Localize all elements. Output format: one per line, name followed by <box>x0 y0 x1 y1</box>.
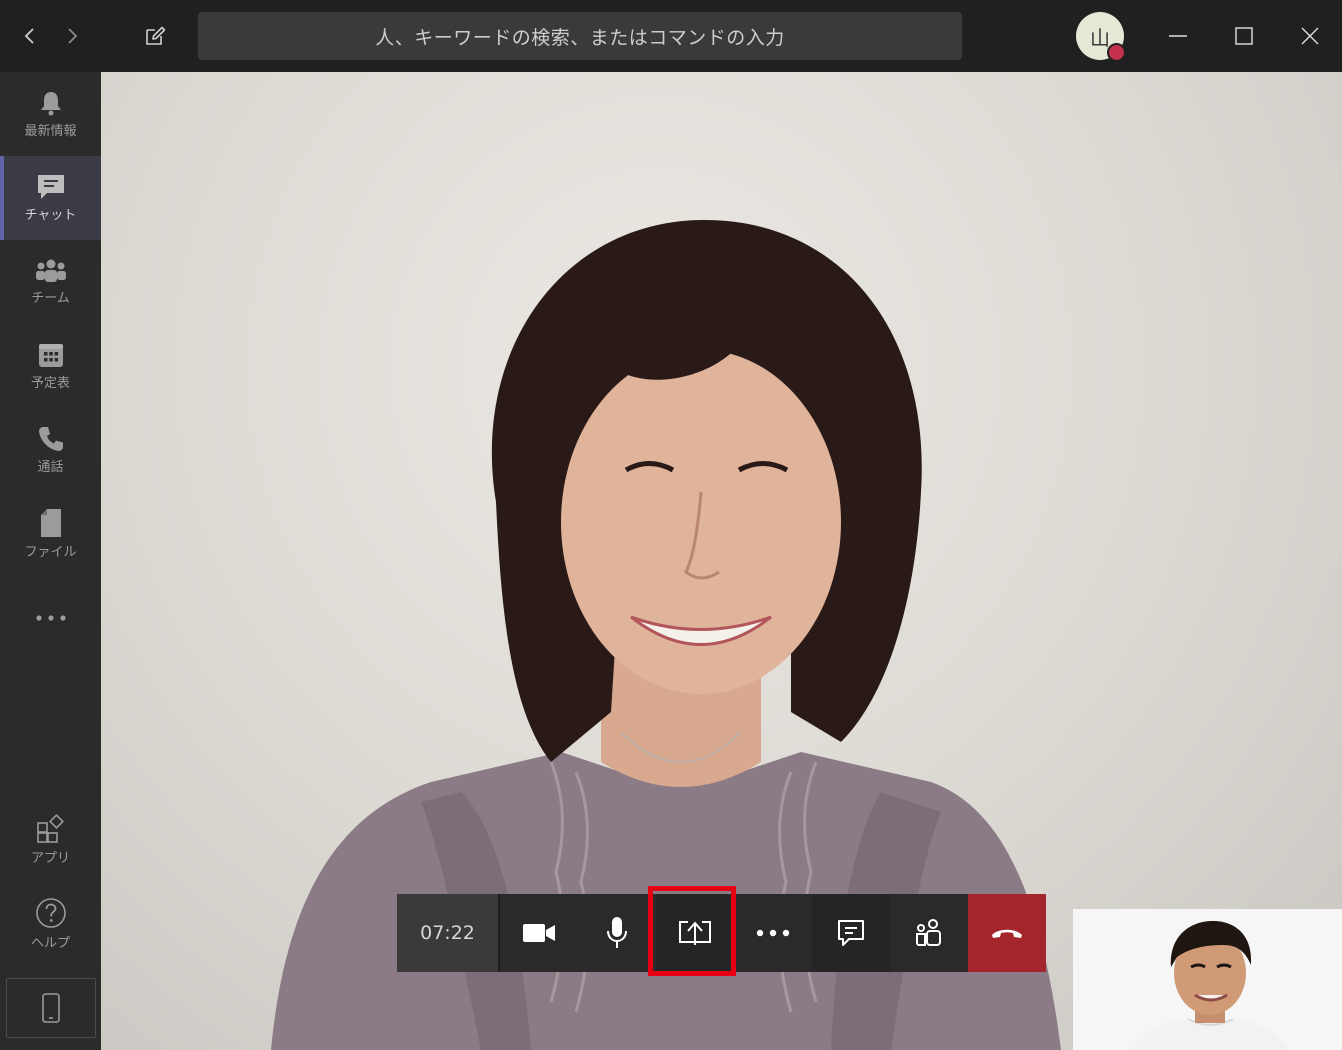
avatar-initial: 山 <box>1090 25 1110 50</box>
maximize-icon <box>1235 27 1253 45</box>
chat-icon <box>838 920 864 946</box>
more-icon <box>35 615 66 621</box>
rail-item-activity[interactable]: 最新情報 <box>0 72 101 156</box>
apps-icon <box>36 814 64 843</box>
rail-item-calendar[interactable]: 予定表 <box>0 324 101 408</box>
back-button[interactable] <box>12 18 48 54</box>
bell-icon <box>40 92 61 116</box>
minimize-icon <box>1169 35 1187 37</box>
chat-icon <box>37 175 64 199</box>
calendar-icon <box>38 344 63 367</box>
minimize-button[interactable] <box>1160 18 1196 54</box>
call-controls-bar: 07:22 <box>397 894 1046 972</box>
share-screen-icon <box>679 921 711 945</box>
rail-item-label: 通話 <box>37 460 64 475</box>
rail-item-calls[interactable]: 通話 <box>0 408 101 492</box>
rail-item-files[interactable]: ファイル <box>0 492 101 576</box>
microphone-toggle-button[interactable] <box>578 894 656 972</box>
hang-up-icon <box>992 929 1022 938</box>
rail-item-label: 予定表 <box>30 376 70 391</box>
rail-item-apps[interactable]: アプリ <box>0 798 101 882</box>
hang-up-button[interactable] <box>968 894 1046 972</box>
new-chat-button[interactable] <box>137 18 173 54</box>
close-icon <box>1301 27 1319 45</box>
more-actions-button[interactable] <box>734 894 812 972</box>
participant-video-man <box>1133 921 1288 1050</box>
rail-item-label: アプリ <box>30 851 70 866</box>
mobile-icon <box>42 993 60 1023</box>
call-duration-timer: 07:22 <box>397 894 500 972</box>
participants-icon <box>916 919 941 946</box>
file-icon <box>40 509 61 537</box>
camera-toggle-button[interactable] <box>500 894 578 972</box>
microphone-icon <box>607 917 627 948</box>
forward-button[interactable] <box>54 18 90 54</box>
rail-item-label: チーム <box>31 291 70 306</box>
teams-icon <box>35 259 66 282</box>
app-bar: 最新情報 チャット チーム 予定表 通話 ファイル アプリ ヘルプ <box>0 72 101 1050</box>
compose-icon <box>146 26 166 45</box>
maximize-button[interactable] <box>1226 18 1262 54</box>
help-icon <box>35 898 66 928</box>
rail-item-label: ヘルプ <box>30 936 70 951</box>
presence-status-dot <box>1107 43 1126 62</box>
search-placeholder: 人、キーワードの検索、またはコマンドの入力 <box>375 26 785 49</box>
rail-item-chat[interactable]: チャット <box>0 156 101 240</box>
rail-item-label: 最新情報 <box>24 124 77 139</box>
rail-item-label: チャット <box>24 208 77 223</box>
chevron-left-icon <box>24 28 34 44</box>
show-participants-button[interactable] <box>890 894 968 972</box>
title-bar: 人、キーワードの検索、またはコマンドの入力 山 <box>0 0 1342 72</box>
share-screen-button[interactable] <box>656 894 734 972</box>
camera-icon <box>523 924 555 942</box>
show-conversation-button[interactable] <box>812 894 890 972</box>
search-input[interactable]: 人、キーワードの検索、またはコマンドの入力 <box>198 12 962 60</box>
download-mobile-app-button[interactable] <box>6 978 96 1038</box>
phone-icon <box>38 427 63 451</box>
more-icon <box>756 929 790 937</box>
close-button[interactable] <box>1292 18 1328 54</box>
rail-item-help[interactable]: ヘルプ <box>0 882 101 966</box>
rail-more-button[interactable] <box>0 576 101 660</box>
rail-item-label: ファイル <box>24 545 77 560</box>
self-video-preview <box>1073 909 1342 1050</box>
chevron-right-icon <box>68 28 78 44</box>
rail-item-teams[interactable]: チーム <box>0 240 101 324</box>
